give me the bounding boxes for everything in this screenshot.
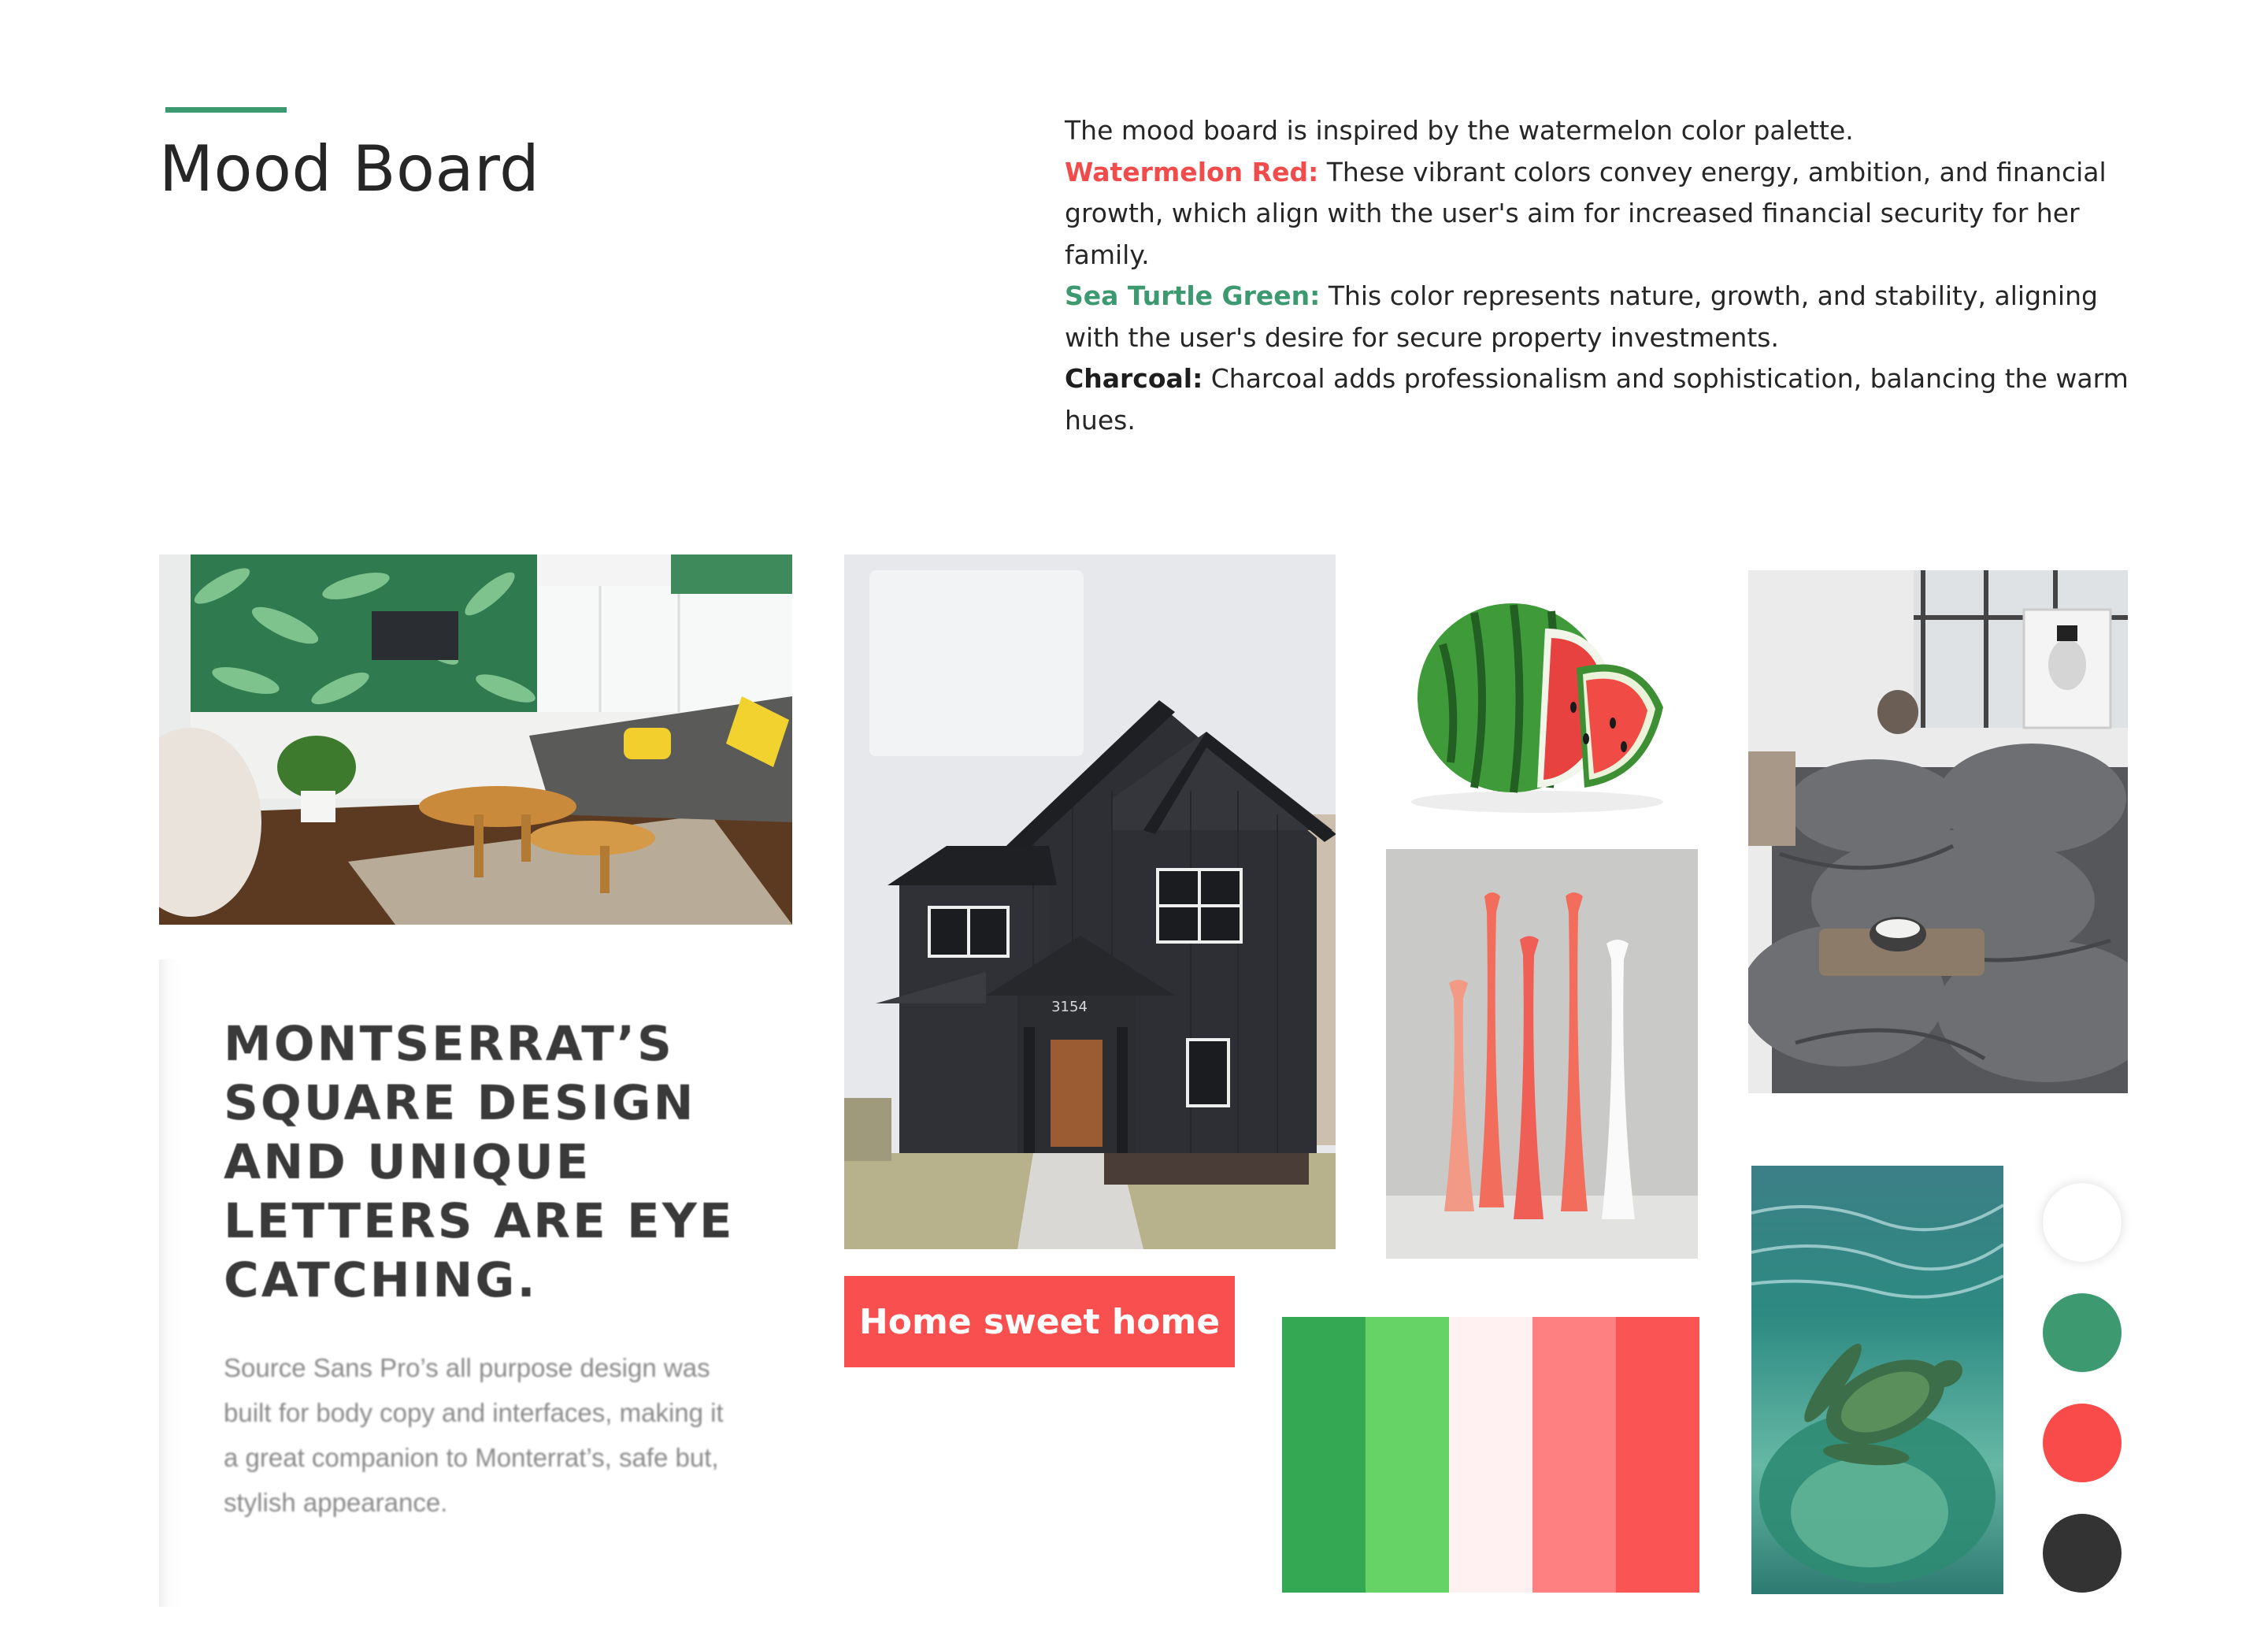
intro-lead: The mood board is inspired by the waterm… (1065, 115, 1854, 146)
title-accent-line (165, 107, 287, 113)
swatch-watermelon-red (2043, 1404, 2122, 1482)
intro-text: The mood board is inspired by the waterm… (1065, 110, 2151, 441)
intro-item-charcoal: Charcoal: Charcoal adds professionalism … (1065, 358, 2151, 441)
living-room-photo (159, 554, 792, 925)
swatch-sea-turtle-green (2043, 1293, 2122, 1372)
typography-heading: MONTSERRAT’S SQUARE DESIGN AND UNIQUE LE… (224, 1016, 735, 1308)
sea-turtle-photo (1751, 1166, 2003, 1594)
home-sweet-home-button[interactable]: Home sweet home (844, 1276, 1235, 1367)
house-photo: 3154 (844, 554, 1336, 1249)
swatch-white (2043, 1183, 2122, 1262)
page-title: Mood Board (159, 132, 540, 206)
label-charcoal: Charcoal: (1065, 363, 1203, 394)
bedroom-photo (1748, 570, 2128, 1093)
palette-stripe-light-green (1366, 1317, 1449, 1593)
watermelon-photo (1380, 573, 1695, 819)
intro-item-sea-turtle-green: Sea Turtle Green: This color represents … (1065, 276, 2151, 358)
typography-body: Source Sans Pro’s all purpose design was… (224, 1353, 724, 1517)
palette-stripe-salmon (1532, 1317, 1616, 1593)
house-number: 3154 (1051, 999, 1088, 1015)
palette-stripe-dark-green (1282, 1317, 1366, 1593)
palette-stripe-red (1616, 1317, 1699, 1593)
candle-holders-photo (1386, 849, 1698, 1259)
palette-stripe-pale-pink (1449, 1317, 1532, 1593)
text-charcoal: Charcoal adds professionalism and sophis… (1065, 363, 2129, 436)
label-sea-turtle-green: Sea Turtle Green: (1065, 280, 1321, 311)
typography-card: MONTSERRAT’S SQUARE DESIGN AND UNIQUE LE… (159, 959, 792, 1607)
intro-item-watermelon-red: Watermelon Red: These vibrant colors con… (1065, 152, 2151, 276)
color-palette-strip (1282, 1317, 1699, 1593)
swatch-charcoal (2043, 1514, 2122, 1593)
label-watermelon-red: Watermelon Red: (1065, 156, 1319, 187)
